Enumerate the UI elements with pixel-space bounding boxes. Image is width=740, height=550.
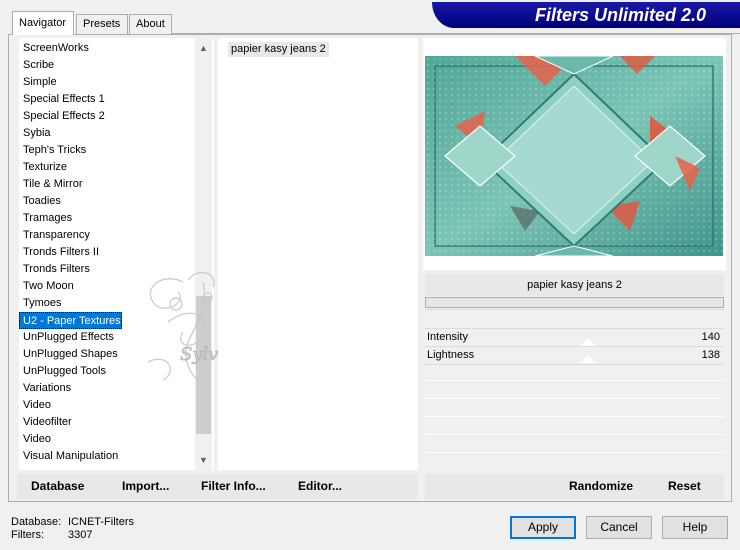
param-empty-line xyxy=(425,416,724,417)
import-button[interactable]: Import... xyxy=(122,474,169,499)
filter-list[interactable]: papier kasy jeans 2 xyxy=(218,38,418,470)
param-label: Intensity xyxy=(427,331,468,343)
param-empty-line xyxy=(425,452,724,453)
category-item[interactable]: UnPlugged Tools xyxy=(19,363,106,380)
category-item[interactable]: Simple xyxy=(19,74,57,91)
scroll-up-icon[interactable]: ▲ xyxy=(195,40,212,57)
category-item[interactable]: Toadies xyxy=(19,193,61,210)
database-value: ICNET-Filters xyxy=(68,516,134,528)
param-value: 140 xyxy=(701,331,720,343)
tab-navigator[interactable]: Navigator xyxy=(12,11,74,35)
randomize-button[interactable]: Randomize xyxy=(569,474,633,499)
intensity-slider-marker[interactable] xyxy=(580,338,596,346)
category-item[interactable]: Tronds Filters xyxy=(19,261,90,278)
help-button[interactable]: Help xyxy=(662,516,728,539)
param-row-lightness[interactable]: Lightness 138 xyxy=(425,347,724,364)
category-item[interactable]: Tronds Filters II xyxy=(19,244,99,261)
param-separator xyxy=(425,364,724,365)
category-item[interactable]: Two Moon xyxy=(19,278,74,295)
apply-button[interactable]: Apply xyxy=(510,516,576,539)
database-button[interactable]: Database xyxy=(31,474,84,499)
category-item[interactable]: UnPlugged Effects xyxy=(19,329,114,346)
category-item[interactable]: ScreenWorks xyxy=(19,40,89,57)
render-progress-bar xyxy=(425,297,724,308)
preview-image xyxy=(425,56,723,256)
category-item-selected[interactable]: U2 - Paper Textures xyxy=(19,312,122,329)
filters-label: Filters: xyxy=(11,529,44,541)
category-item[interactable]: Visual Manipulation xyxy=(19,448,118,465)
param-separator xyxy=(425,309,724,310)
param-empty-line xyxy=(425,380,724,381)
preview-filter-name: papier kasy jeans 2 xyxy=(425,274,724,296)
category-item[interactable]: Texturize xyxy=(19,159,67,176)
param-row-intensity[interactable]: Intensity 140 xyxy=(425,329,724,346)
category-item[interactable]: Transparency xyxy=(19,227,90,244)
reset-button[interactable]: Reset xyxy=(668,474,701,499)
category-item[interactable]: Video xyxy=(19,431,51,448)
param-empty-line xyxy=(425,398,724,399)
category-item[interactable]: Video xyxy=(19,397,51,414)
filters-count: 3307 xyxy=(68,529,93,541)
category-item[interactable]: Videofilter xyxy=(19,414,72,431)
app-title-banner: Filters Unlimited 2.0 xyxy=(432,2,740,28)
category-item[interactable]: Variations xyxy=(19,380,71,397)
category-item[interactable]: Tile & Mirror xyxy=(19,176,82,193)
param-empty-line xyxy=(425,434,724,435)
category-scrollbar[interactable]: ▲ ▼ xyxy=(195,38,212,470)
cancel-button[interactable]: Cancel xyxy=(586,516,652,539)
editor-button[interactable]: Editor... xyxy=(298,474,342,499)
lightness-slider-marker[interactable] xyxy=(580,355,596,363)
category-item[interactable]: Teph's Tricks xyxy=(19,142,86,159)
preview-panel xyxy=(423,38,726,270)
category-item[interactable]: Tymoes xyxy=(19,295,62,312)
category-list[interactable]: ScreenWorks Scribe Simple Special Effect… xyxy=(19,38,214,470)
category-item[interactable]: Sybia xyxy=(19,125,51,142)
category-item[interactable]: UnPlugged Shapes xyxy=(19,346,118,363)
param-label: Lightness xyxy=(427,349,475,361)
category-item[interactable]: Tramages xyxy=(19,210,72,227)
scroll-down-icon[interactable]: ▼ xyxy=(195,452,212,469)
filter-item[interactable]: papier kasy jeans 2 xyxy=(228,42,329,57)
tab-presets[interactable]: Presets xyxy=(76,14,128,34)
category-item[interactable]: Scribe xyxy=(19,57,54,74)
category-item[interactable]: Special Effects 2 xyxy=(19,108,105,125)
category-item[interactable]: Special Effects 1 xyxy=(19,91,105,108)
left-button-bar: Database Import... Filter Info... Editor… xyxy=(17,474,418,499)
filter-info-button[interactable]: Filter Info... xyxy=(201,474,266,499)
right-button-bar: Randomize Reset xyxy=(425,474,724,499)
tab-about[interactable]: About xyxy=(129,14,172,34)
database-label: Database: xyxy=(11,516,62,528)
param-value: 138 xyxy=(701,349,720,361)
